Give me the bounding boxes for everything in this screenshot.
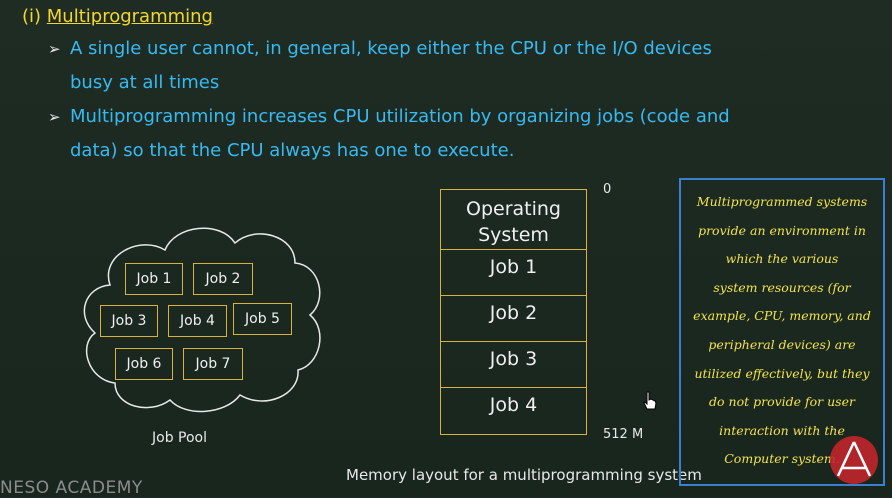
bullet-line: busy at all times <box>70 72 220 93</box>
memory-os-block: Operating System <box>441 190 586 250</box>
pool-job: Job 4 <box>168 305 227 337</box>
note-line: Multiprogrammed systems <box>696 194 868 209</box>
note-line: which the various <box>725 251 839 267</box>
memory-job-block: Job 2 <box>441 296 586 342</box>
pool-job: Job 7 <box>183 348 243 380</box>
pool-job: Job 1 <box>125 263 183 295</box>
arrow-bullet-icon: ➢ <box>48 108 61 126</box>
note-line: system resources (for <box>713 279 851 295</box>
memory-job-block: Job 3 <box>441 342 586 388</box>
memory-caption: Memory layout for a multiprogramming sys… <box>346 466 702 484</box>
os-label-line: System <box>478 224 549 246</box>
bullet-line: Multiprogramming increases CPU utilizati… <box>70 106 730 127</box>
heading-title: Multiprogramming <box>46 6 213 27</box>
bullet-line: A single user cannot, in general, keep e… <box>70 38 712 59</box>
note-line: example, CPU, memory, and <box>693 308 871 324</box>
job-pool-label: Job Pool <box>152 430 207 446</box>
note-line: provide an environment in <box>698 222 866 238</box>
hand-cursor-icon <box>643 391 657 410</box>
brand-watermark: NESO ACADEMY <box>0 478 143 498</box>
memory-job-block: Job 4 <box>489 394 538 416</box>
pool-job: Job 6 <box>115 348 173 380</box>
address-bottom: 512 M <box>603 427 644 442</box>
pool-job: Job 5 <box>233 303 292 335</box>
neso-logo-icon <box>830 436 878 484</box>
bullet-line: data) so that the CPU always has one to … <box>70 140 515 161</box>
heading-prefix: (i) <box>22 6 47 27</box>
pool-job: Job 3 <box>100 305 158 337</box>
memory-job-block: Job 1 <box>441 250 586 296</box>
note-line: do not provide for user <box>709 394 855 410</box>
address-top: 0 <box>603 182 612 197</box>
section-heading: (i) Multiprogramming <box>22 6 213 27</box>
os-label-line: Operating <box>466 198 561 220</box>
note-line: peripheral devices) are <box>708 336 856 352</box>
pool-job: Job 2 <box>193 263 253 295</box>
memory-layout: Operating System Job 1 Job 2 Job 3 Job 4 <box>440 189 587 435</box>
bullet-item: ➢ A single user cannot, in general, keep… <box>48 32 738 100</box>
bullet-item: ➢ Multiprogramming increases CPU utiliza… <box>48 100 738 168</box>
note-line: utilized effectively, but they <box>694 365 870 381</box>
arrow-bullet-icon: ➢ <box>48 40 61 58</box>
slide: (i) Multiprogramming ➢ A single user can… <box>0 0 892 498</box>
